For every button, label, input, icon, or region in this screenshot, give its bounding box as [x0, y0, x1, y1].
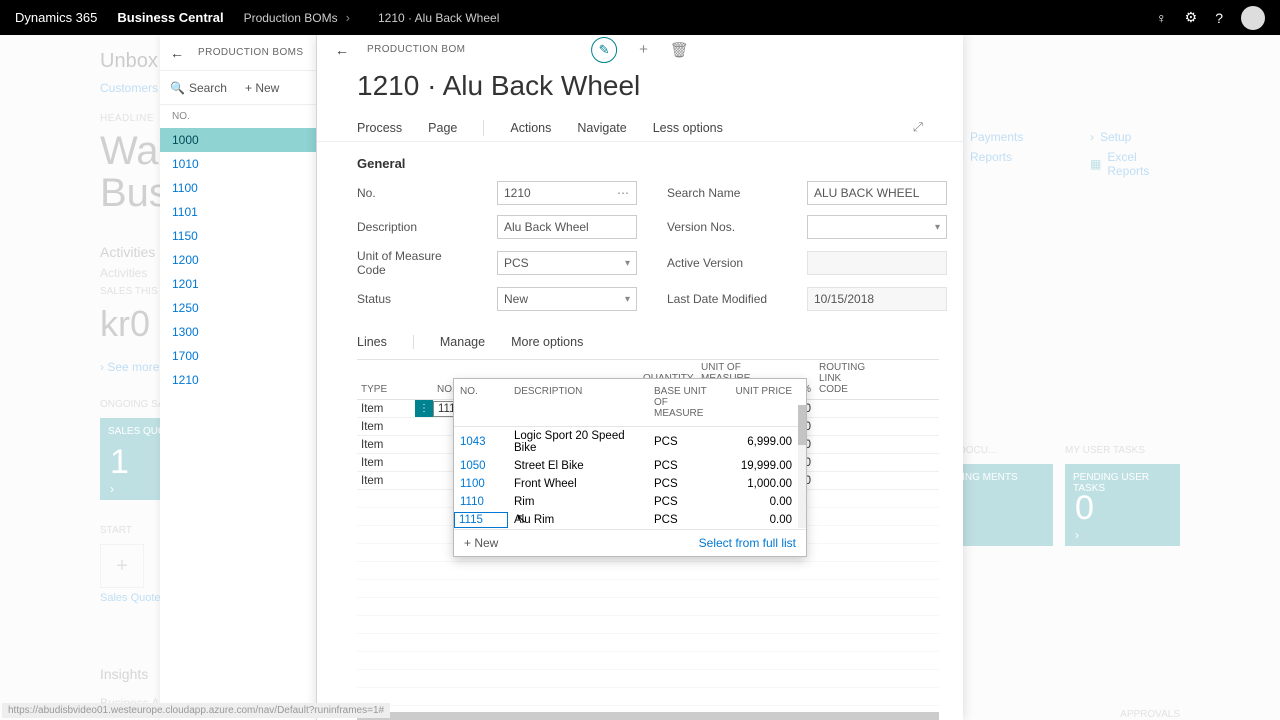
- lookup-col-uom: BASE UNIT OF MEASURE: [648, 383, 718, 422]
- page-title: 1210 · Alu Back Wheel: [317, 64, 963, 114]
- breadcrumb-1[interactable]: Production BOMs: [244, 11, 338, 25]
- list-item[interactable]: 1010: [160, 152, 316, 176]
- tab-less-options[interactable]: Less options: [653, 121, 723, 135]
- active-version-field: [807, 251, 947, 275]
- tab-page[interactable]: Page: [428, 121, 457, 135]
- lookup-vscrollbar[interactable]: [798, 405, 806, 528]
- lookup-col-no: NO.: [454, 383, 508, 422]
- no-field[interactable]: 1210⋯: [497, 181, 637, 205]
- no-label: No.: [357, 186, 467, 200]
- topbar: Dynamics 365 Business Central Production…: [0, 0, 1280, 35]
- list-item[interactable]: 1200: [160, 248, 316, 272]
- tab-manage[interactable]: Manage: [440, 335, 485, 349]
- search-button[interactable]: 🔍Search: [170, 81, 227, 95]
- version-nos-field[interactable]: ▾: [807, 215, 947, 239]
- list-title: PRODUCTION BOMS: [198, 47, 303, 58]
- detail-type: PRODUCTION BOM: [367, 44, 465, 55]
- lookup-row[interactable]: 1110RimPCS0.00: [454, 493, 806, 511]
- lookup-col-desc: DESCRIPTION: [508, 383, 648, 422]
- tab-actions[interactable]: Actions: [510, 121, 551, 135]
- breadcrumb-sep: ›: [346, 10, 350, 25]
- list-item[interactable]: 1000: [160, 128, 316, 152]
- lookup-new-button[interactable]: + New: [464, 536, 498, 550]
- uom-label: Unit of Measure Code: [357, 249, 467, 277]
- lookup-row[interactable]: 1050Street El BikePCS19,999.00: [454, 457, 806, 475]
- last-modified-field: 10/15/2018: [807, 287, 947, 311]
- tab-more-options[interactable]: More options: [511, 335, 583, 349]
- delete-icon[interactable]: 🗑: [670, 41, 689, 59]
- list-item[interactable]: 1210: [160, 368, 316, 392]
- new-button[interactable]: + New: [245, 81, 279, 95]
- col-type[interactable]: TYPE: [357, 384, 415, 399]
- lookup-row[interactable]: 1100Front WheelPCS1,000.00: [454, 475, 806, 493]
- breadcrumb-2: 1210 · Alu Back Wheel: [378, 11, 499, 25]
- grid-hscrollbar[interactable]: [357, 712, 939, 720]
- search-name-field[interactable]: ALU BACK WHEEL: [807, 181, 947, 205]
- detail-panel: ← PRODUCTION BOM ✎ + 🗑 1210 · Alu Back W…: [317, 35, 963, 720]
- search-name-label: Search Name: [667, 186, 777, 200]
- uom-field[interactable]: PCS▾: [497, 251, 637, 275]
- last-modified-label: Last Date Modified: [667, 292, 777, 306]
- version-nos-label: Version Nos.: [667, 220, 777, 234]
- module-name: Business Central: [117, 10, 223, 25]
- lookup-col-price: UNIT PRICE: [718, 383, 798, 422]
- lines-grid: TYPE NO. DESCRIPTION QUANTITY PER UNIT O…: [357, 359, 939, 720]
- new-icon[interactable]: +: [639, 41, 648, 58]
- product-name: Dynamics 365: [15, 10, 97, 25]
- search-icon: 🔍: [170, 81, 185, 95]
- status-label: Status: [357, 292, 467, 306]
- item-lookup-dropdown: NO. DESCRIPTION BASE UNIT OF MEASURE UNI…: [453, 378, 807, 557]
- description-field[interactable]: Alu Back Wheel: [497, 215, 637, 239]
- list-item[interactable]: 1700: [160, 344, 316, 368]
- tab-lines[interactable]: Lines: [357, 335, 387, 349]
- description-label: Description: [357, 220, 467, 234]
- list-item[interactable]: 1150: [160, 224, 316, 248]
- expand-icon[interactable]: ⤢: [913, 120, 923, 135]
- list-item[interactable]: 1250: [160, 296, 316, 320]
- edit-icon[interactable]: ✎: [591, 37, 617, 63]
- lookup-row[interactable]: 1043Logic Sport 20 Speed BikePCS6,999.00: [454, 427, 806, 457]
- active-version-label: Active Version: [667, 256, 777, 270]
- list-item[interactable]: 1101: [160, 200, 316, 224]
- gear-icon[interactable]: ⚙: [1185, 9, 1198, 26]
- tab-navigate[interactable]: Navigate: [577, 121, 626, 135]
- status-field[interactable]: New▾: [497, 287, 637, 311]
- status-bar-url: https://abudisbvideo01.westeurope.clouda…: [2, 703, 390, 718]
- lookup-row[interactable]: 1115Alu RimPCS0.00: [454, 511, 806, 529]
- detail-back-button[interactable]: ←: [335, 42, 349, 58]
- list-item[interactable]: 1201: [160, 272, 316, 296]
- help-icon[interactable]: ?: [1215, 10, 1223, 26]
- section-general: General: [317, 142, 963, 181]
- list-col-header: NO.: [160, 105, 316, 128]
- col-routing-link[interactable]: ROUTING LINK CODE: [815, 362, 873, 399]
- list-item[interactable]: 1100: [160, 176, 316, 200]
- list-item[interactable]: 1300: [160, 320, 316, 344]
- avatar[interactable]: [1241, 6, 1265, 30]
- lightbulb-icon[interactable]: ♀: [1156, 10, 1167, 26]
- tab-process[interactable]: Process: [357, 121, 402, 135]
- list-panel: ← PRODUCTION BOMS 🔍Search + New NO. 1000…: [160, 35, 317, 720]
- lookup-select-full-list[interactable]: Select from full list: [699, 536, 796, 550]
- list-back-button[interactable]: ←: [170, 45, 184, 61]
- action-tabs: Process Page Actions Navigate Less optio…: [317, 114, 963, 142]
